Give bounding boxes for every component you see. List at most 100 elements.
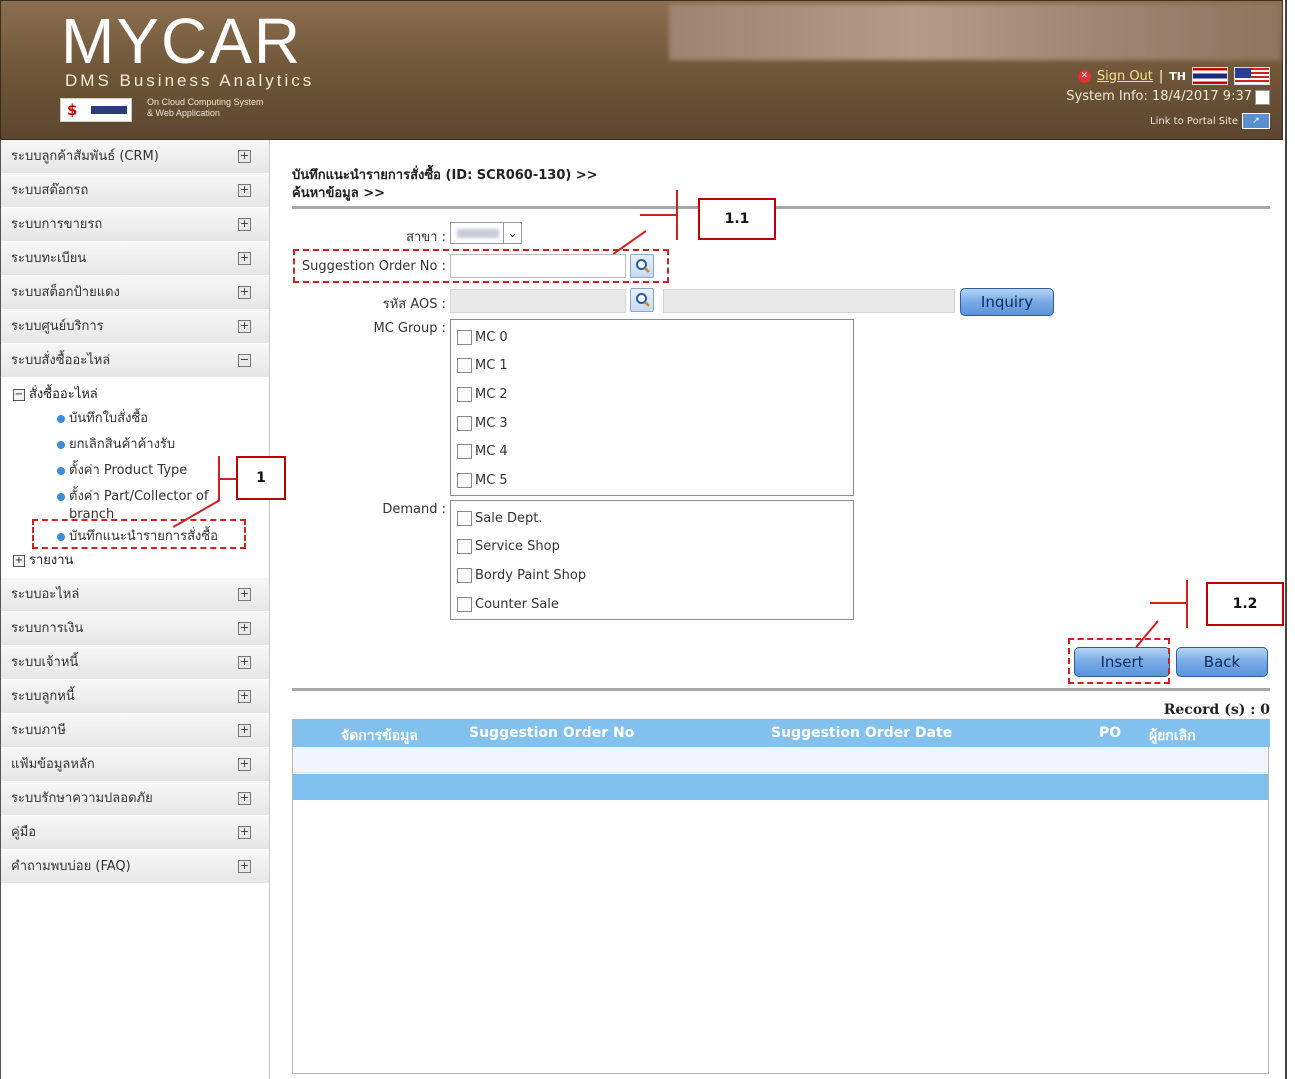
sidebar-item[interactable]: ระบบลูกหนี้ + [1,680,269,714]
expand-icon[interactable]: + [238,184,251,197]
sidebar-item[interactable]: ระบบสั่งซื้ออะไหล่ − [1,344,269,378]
aos-name-field [663,289,955,313]
sidebar-item[interactable]: ระบบรักษาความปลอดภัย + [1,782,269,816]
sidebar-item-label: ระบบอะไหล่ [11,587,80,602]
inquiry-button[interactable]: Inquiry [960,288,1054,316]
breadcrumb: ค้นหาข้อมูล >> [292,186,385,201]
checkbox-option[interactable]: MC 3 [451,409,853,438]
annotation-connector [1150,602,1188,604]
expand-icon[interactable]: + [238,150,251,163]
collapse-icon[interactable]: − [238,354,251,367]
annotation-highlight-1-2 [1068,638,1170,684]
expand-icon[interactable]: + [238,218,251,231]
tree-leaf-item[interactable]: ตั้งค่า Part/Collector of branch [1,484,269,524]
english-flag-icon[interactable] [1234,67,1270,85]
expand-icon[interactable]: + [238,826,251,839]
checkbox-option[interactable]: MC 1 [451,352,853,381]
checkbox-option[interactable]: Bordy Paint Shop [451,561,853,590]
aos-input[interactable] [450,289,626,313]
checkbox-option[interactable]: MC 4 [451,437,853,466]
checkbox[interactable] [457,444,472,460]
expand-icon[interactable]: + [238,690,251,703]
app-logo: MYCAR [61,5,303,77]
expand-icon[interactable]: + [238,588,251,601]
checkbox[interactable] [457,567,472,583]
account-bar: ✕ Sign Out | TH [1077,67,1270,85]
checkbox-label: Sale Dept. [475,510,543,526]
sidebar-item-label: ระบบสต๊อกรถ [11,183,89,198]
sidebar-item[interactable]: ระบบลูกค้าสัมพันธ์ (CRM) + [1,140,269,174]
annotation-connector [218,478,236,480]
sidebar-item[interactable]: ระบบทะเบียน + [1,242,269,276]
checkbox-option[interactable]: MC 5 [451,466,853,495]
thai-flag-icon[interactable] [1192,67,1228,85]
checkbox[interactable] [457,329,472,345]
sidebar-item-label: ระบบการขายรถ [11,217,103,232]
sidebar-item[interactable]: ระบบภาษี + [1,714,269,748]
sidebar-item[interactable]: ระบบเจ้าหนี้ + [1,646,269,680]
expand-icon[interactable]: + [238,860,251,873]
checkbox[interactable] [457,596,472,612]
bullet-icon [57,441,65,449]
expand-icon[interactable]: + [238,252,251,265]
system-info: System Info: 18/4/2017 9:37 [1066,89,1252,104]
tree-leaf-item[interactable]: ตั้งค่า Product Type [1,458,269,484]
table-row [293,774,1268,800]
checkbox[interactable] [457,510,472,526]
checkbox-label: MC 5 [475,472,508,488]
expand-icon[interactable]: + [238,758,251,771]
demand-box: Sale Dept. Service Shop Bordy Paint Shop Co… [450,500,854,620]
sidebar-item[interactable]: แฟ้มข้อมูลหลัก + [1,748,269,782]
checkbox-option[interactable]: MC 2 [451,380,853,409]
expand-icon[interactable]: + [13,555,25,567]
collapse-icon[interactable]: − [13,389,25,401]
sidebar-item[interactable]: ระบบอะไหล่ + [1,578,269,612]
checkbox[interactable] [457,358,472,374]
sidebar-item-label: ระบบเจ้าหนี้ [11,655,79,670]
sign-out-link[interactable]: Sign Out [1097,69,1153,84]
portal-icon[interactable]: ↗ [1242,113,1270,129]
checkbox[interactable] [457,472,472,488]
sidebar-item[interactable]: คู่มือ + [1,816,269,850]
sidebar-item-label: ระบบลูกหนี้ [11,689,75,704]
sidebar-item[interactable]: ระบบสต็อกป้ายแดง + [1,276,269,310]
tree-group-parts-order[interactable]: − สั่งซื้ออะไหล่ [1,384,269,406]
system-info-box [1255,90,1270,105]
annotation-label-1-1: 1.1 [698,198,776,240]
sidebar-item-label: ระบบภาษี [11,723,66,738]
expand-icon[interactable]: + [238,286,251,299]
portal-link[interactable]: Link to Portal Site ↗ [1150,113,1270,129]
branch-label: สาขา : [406,230,446,245]
sidebar-item-label: ระบบสต็อกป้ายแดง [11,285,120,300]
bullet-icon [57,493,65,501]
sidebar: ระบบลูกค้าสัมพันธ์ (CRM) + ระบบสต๊อกรถ + ระบ… [0,140,270,1079]
tree-group-report[interactable]: + รายงาน [1,550,269,572]
checkbox-option[interactable]: MC 0 [451,323,853,352]
tree-leaf-label: ยกเลิกสินค้าค้างรับ [69,437,176,452]
checkbox-option[interactable]: Service Shop [451,533,853,562]
expand-icon[interactable]: + [238,320,251,333]
tree-leaf-item[interactable]: ยกเลิกสินค้าค้างรับ [1,432,269,458]
checkbox-option[interactable]: Counter Sale [451,590,853,619]
checkbox[interactable] [457,386,472,402]
expand-icon[interactable]: + [238,622,251,635]
sidebar-item[interactable]: ระบบการขายรถ + [1,208,269,242]
expand-icon[interactable]: + [238,792,251,805]
branch-select[interactable]: ⌄ [450,222,522,244]
sidebar-item[interactable]: ระบบการเงิน + [1,612,269,646]
sidebar-item[interactable]: ระบบสต๊อกรถ + [1,174,269,208]
checkbox[interactable] [457,539,472,555]
checkbox-option[interactable]: Sale Dept. [451,504,853,533]
checkbox-label: Service Shop [475,539,560,555]
checkbox[interactable] [457,415,472,431]
expand-icon[interactable]: + [238,724,251,737]
tree-leaf-item[interactable]: บันทึกใบสั่งซื้อ [1,406,269,432]
search-icon[interactable] [630,288,654,312]
chevron-down-icon[interactable]: ⌄ [503,223,521,243]
sidebar-item[interactable]: ระบบศูนย์บริการ + [1,310,269,344]
checkbox-label: MC 4 [475,444,508,460]
annotation-label-1: 1 [236,456,286,500]
back-button[interactable]: Back [1176,647,1268,677]
sidebar-item[interactable]: คำถามพบบ่อย (FAQ) + [1,850,269,884]
expand-icon[interactable]: + [238,656,251,669]
